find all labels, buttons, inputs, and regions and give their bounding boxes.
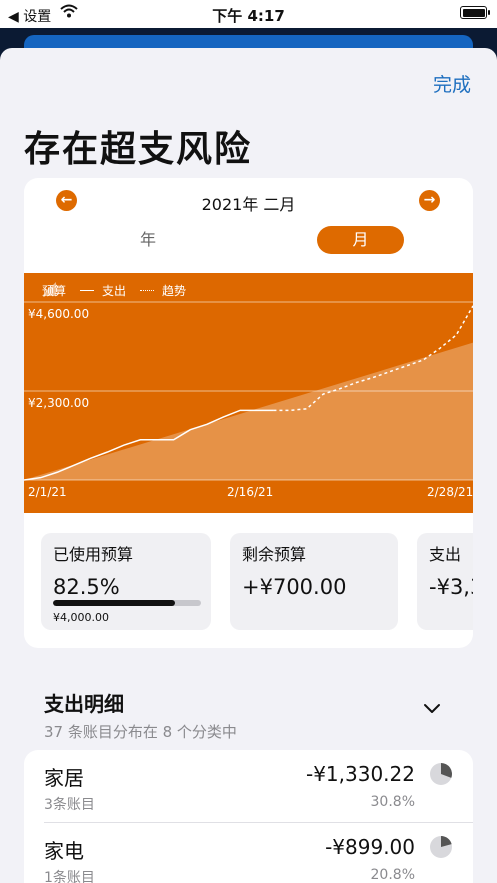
category-count: 1条账目	[44, 870, 95, 883]
x-tick-label: 2/1/21	[28, 485, 67, 499]
done-button[interactable]: 完成	[433, 70, 471, 97]
stat-value: 82.5%	[53, 575, 120, 599]
month-navigator: ← 2021年 二月 →	[24, 190, 473, 214]
stat-title: 支出	[429, 545, 462, 564]
status-bar: ◀ 设置 下午 4:17	[0, 0, 497, 28]
stat-footnote: ¥4,000.00	[53, 611, 109, 624]
stat-value: +¥700.00	[242, 575, 347, 599]
x-tick-label: 2/16/21	[227, 485, 274, 499]
breakdown-title: 支出明细	[44, 692, 124, 716]
legend-spending-label: 支出	[102, 284, 127, 298]
stat-card-spending: 支出 -¥3,3	[417, 533, 473, 630]
y-tick-label: ¥4,600.00	[28, 307, 90, 321]
legend-budget: 预算	[42, 282, 66, 299]
x-tick-label: 2/28/21	[427, 485, 473, 499]
segment-month[interactable]: 月	[317, 226, 404, 254]
battery-icon	[460, 6, 490, 19]
stat-card-remaining: 剩余预算 +¥700.00	[230, 533, 398, 630]
solid-line-icon	[80, 290, 95, 291]
y-tick-label: ¥2,300.00	[28, 396, 90, 410]
category-count: 3条账目	[44, 797, 95, 813]
budget-chart: 预算 支出 趋势 ¥4,600.00 ¥2,300.00 2/1/21 2/16…	[24, 273, 473, 513]
legend-trend: 趋势	[140, 282, 186, 299]
category-name: 家居	[44, 766, 84, 790]
breakdown-subtitle: 37 条账目分布在 8 个分类中	[44, 723, 237, 741]
budget-area	[24, 342, 473, 480]
period-segmented-control: 年 月	[48, 226, 449, 254]
stat-value: -¥3,3	[429, 575, 473, 599]
stat-title: 剩余预算	[242, 545, 307, 564]
chevron-down-icon[interactable]	[420, 696, 444, 720]
list-item[interactable]: 家电 1条账目 -¥899.00 20.8%	[24, 823, 473, 883]
budget-progress-fill	[53, 600, 176, 606]
stat-title: 已使用预算	[53, 545, 134, 564]
status-time: 下午 4:17	[212, 7, 285, 25]
category-amount: -¥1,330.22	[305, 762, 415, 786]
chart-legend: 预算 支出 趋势	[42, 282, 200, 299]
category-amount: -¥899.00	[325, 835, 415, 859]
pie-chart-icon	[430, 763, 452, 785]
list-item[interactable]: 家居 3条账目 -¥1,330.22 30.8%	[24, 750, 473, 823]
chevron-right-icon[interactable]: →	[419, 190, 440, 211]
pie-chart-icon	[430, 836, 452, 858]
legend-spending: 支出	[80, 282, 126, 299]
budget-progress-bar	[53, 600, 201, 606]
budget-sheet: 完成 存在超支风险 ← 2021年 二月 → 年 月 预算 支出	[0, 48, 497, 883]
category-list: 家居 3条账目 -¥1,330.22 30.8% 家电 1条账目 -¥899.0…	[24, 750, 473, 883]
page-title: 存在超支风险	[24, 129, 253, 170]
budget-area-icon	[42, 282, 56, 296]
chart-card: ← 2021年 二月 → 年 月 预算 支出 趋势	[24, 178, 473, 648]
dotted-line-icon	[140, 290, 155, 291]
month-label: 2021年 二月	[201, 195, 296, 214]
stat-card-used-budget: 已使用预算 82.5% ¥4,000.00	[41, 533, 211, 630]
segment-year[interactable]: 年	[48, 226, 248, 254]
legend-trend-label: 趋势	[162, 284, 187, 298]
category-percent: 30.8%	[370, 794, 415, 810]
stats-row[interactable]: 已使用预算 82.5% ¥4,000.00 剩余预算 +¥700.00 支出 -…	[41, 533, 473, 630]
category-percent: 20.8%	[370, 867, 415, 883]
chart-canvas	[24, 301, 473, 481]
category-name: 家电	[44, 839, 84, 863]
